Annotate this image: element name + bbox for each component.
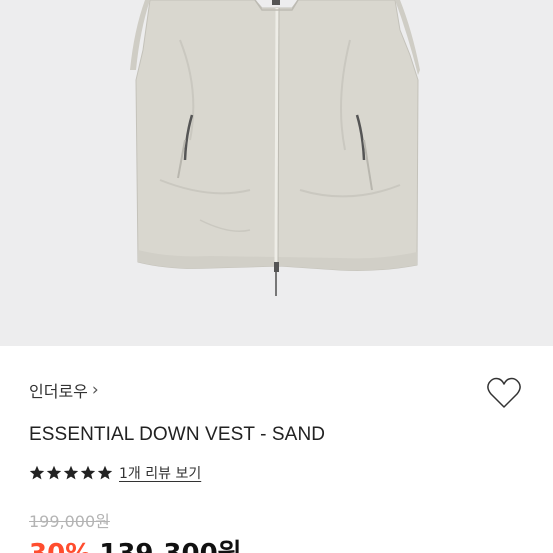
product-title: ESSENTIAL DOWN VEST - SAND: [29, 424, 326, 445]
star-icon: [63, 465, 79, 480]
rating-row: 1개 리뷰 보기: [29, 463, 201, 483]
star-icon: [80, 465, 96, 480]
wishlist-button[interactable]: [486, 376, 522, 410]
original-price: 199,000원: [29, 512, 110, 531]
product-info: 인더로우 › ESSENTIAL DOWN VEST - SAND 1개 리뷰 …: [0, 346, 553, 553]
sale-price: 139,300원: [99, 533, 241, 553]
star-icon: [46, 465, 62, 480]
product-image[interactable]: [0, 0, 553, 346]
brand-name[interactable]: 인더로우: [29, 378, 88, 402]
price-row: 30% 139,300원: [29, 533, 242, 553]
chevron-right-icon: ›: [91, 379, 99, 400]
review-link[interactable]: 1개 리뷰 보기: [119, 463, 201, 483]
star-icon: [97, 465, 113, 480]
star-icon: [29, 465, 45, 480]
heart-outline-icon: [487, 377, 521, 408]
brand-link[interactable]: 인더로우 ›: [29, 379, 99, 401]
rating-stars: [29, 465, 113, 481]
discount-rate: 30%: [29, 539, 91, 553]
vest-illustration: [130, 0, 420, 296]
